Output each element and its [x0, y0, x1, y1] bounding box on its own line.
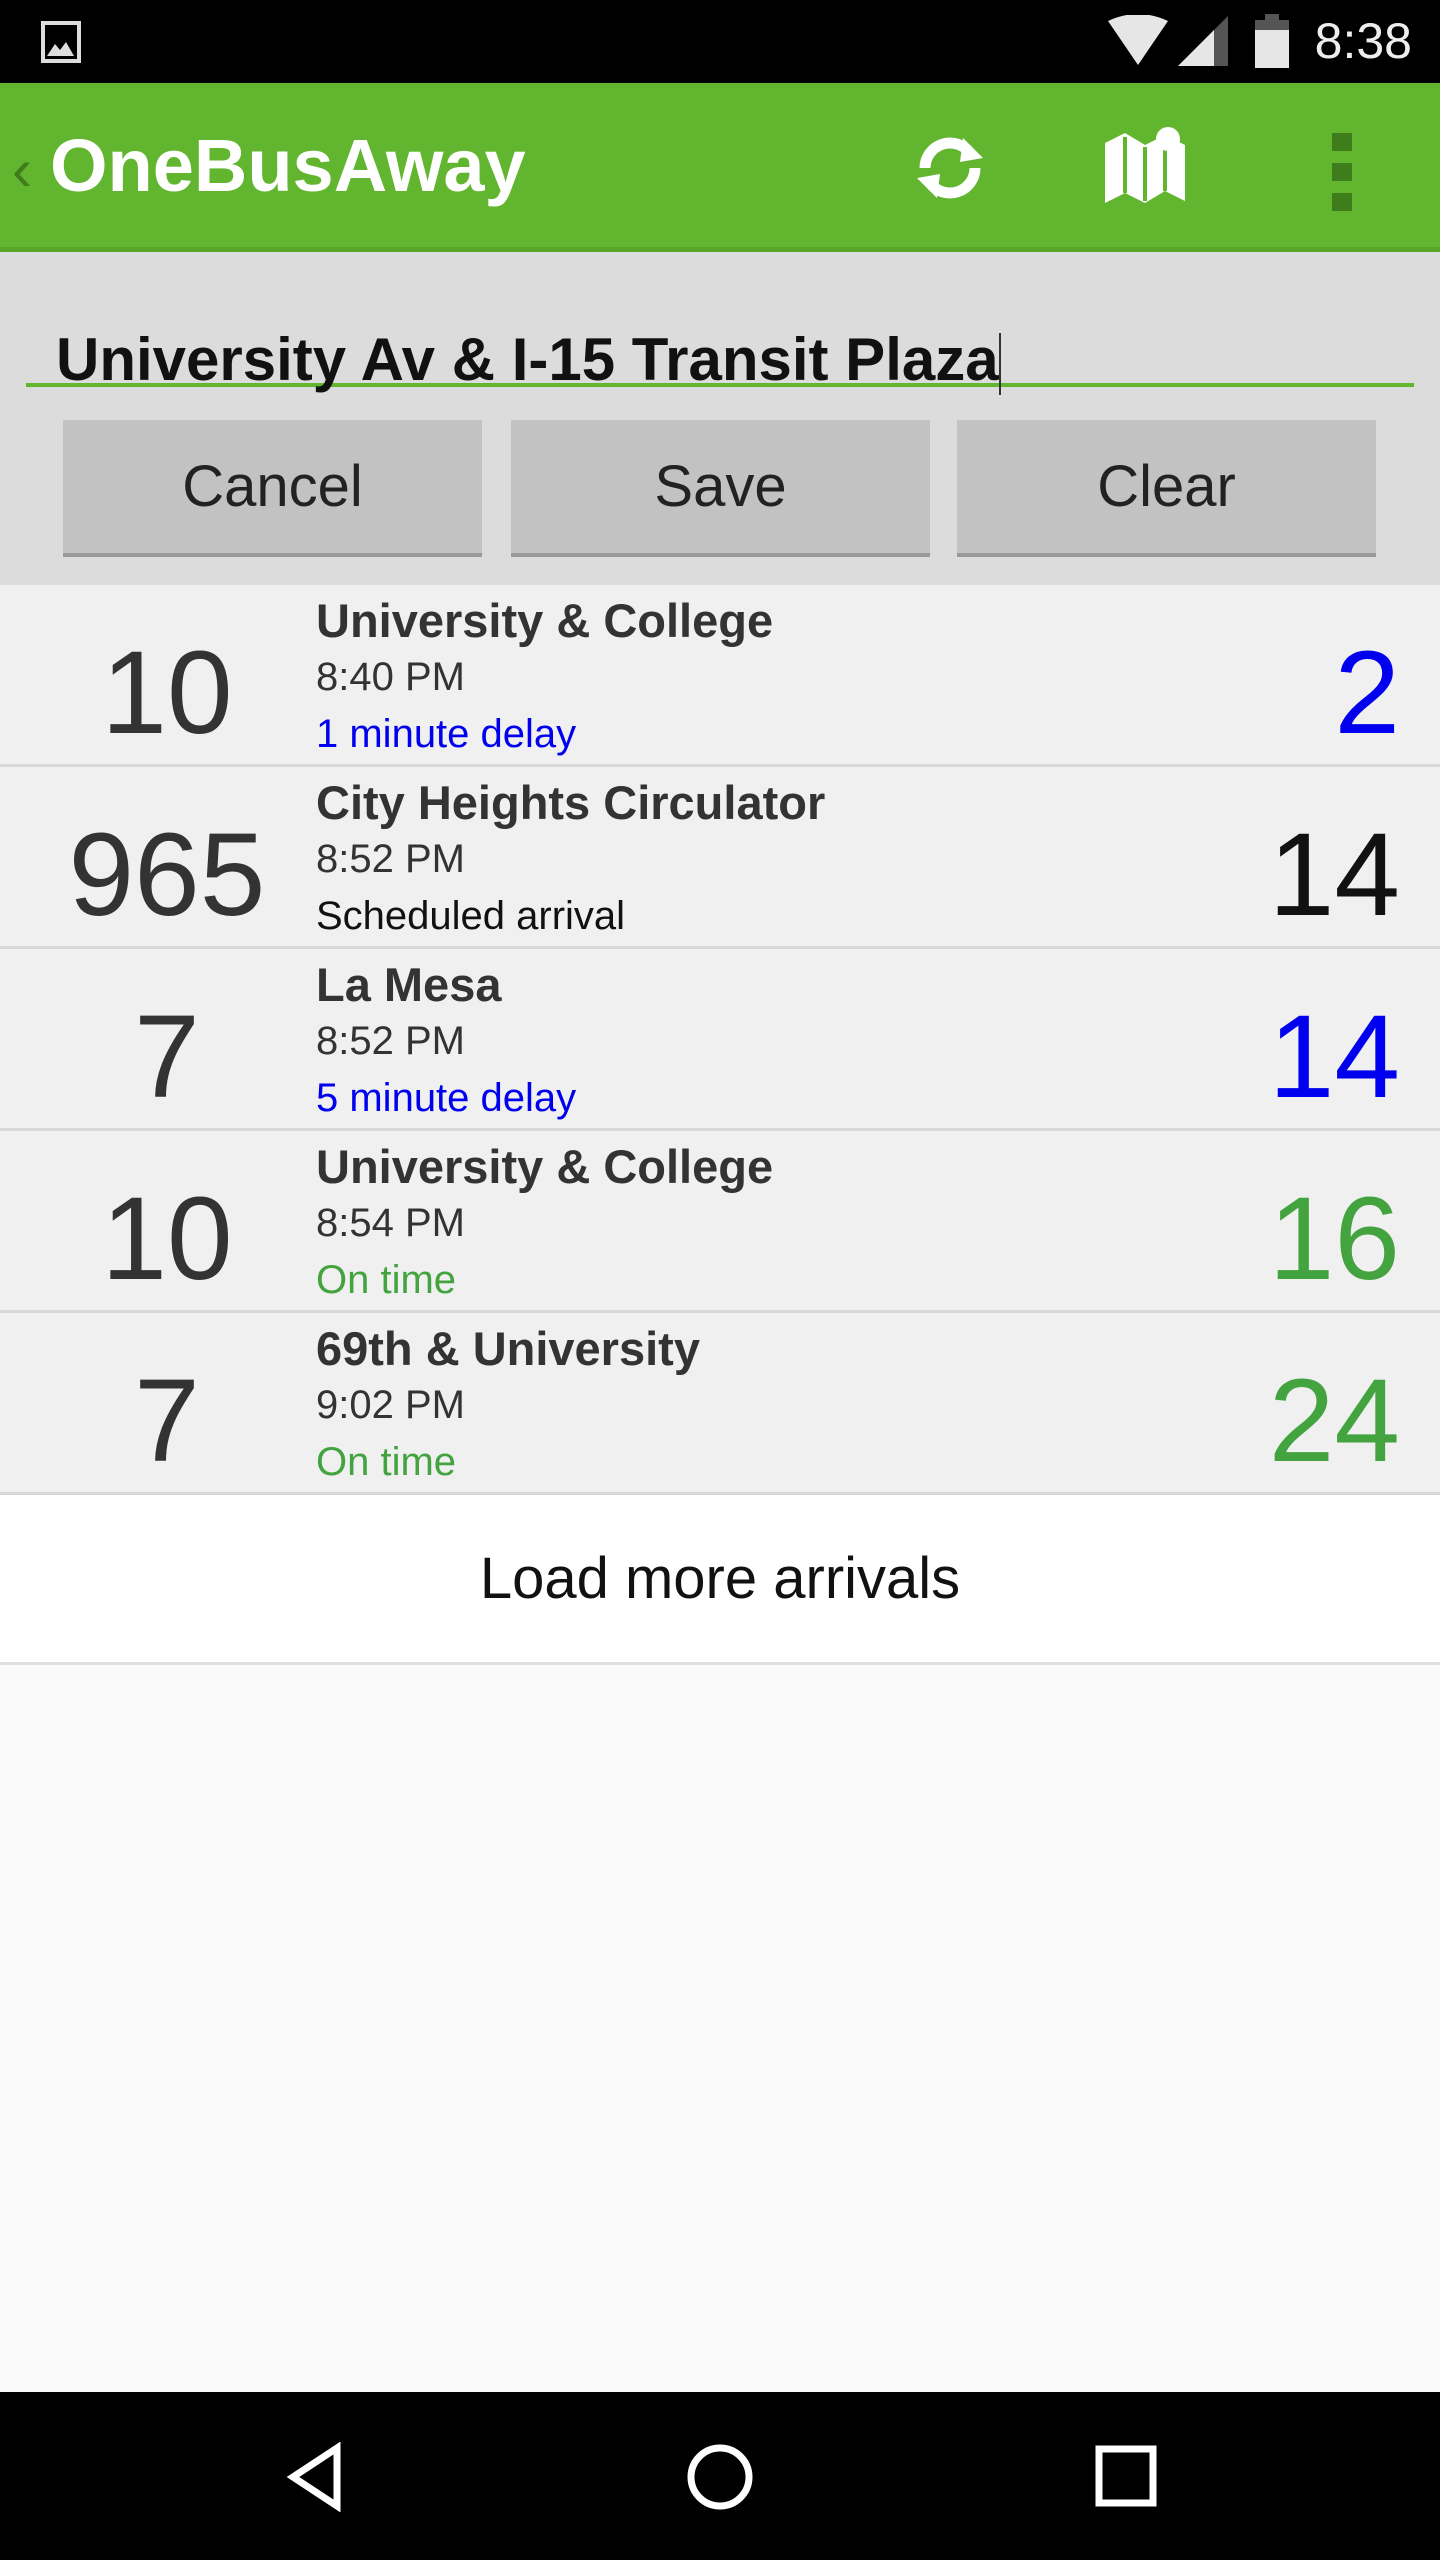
- minutes-until-arrival: 14: [1268, 809, 1400, 941]
- minutes-until-arrival: 2: [1334, 627, 1400, 759]
- stop-name-value: University Av & I-15 Transit Plaza: [56, 326, 999, 393]
- minutes-until-arrival: 16: [1268, 1173, 1400, 1305]
- arrival-row[interactable]: 10 University & College 8:54 PM On time …: [0, 1131, 1440, 1313]
- arrival-time: 8:54 PM: [316, 1201, 465, 1245]
- route-number: 7: [134, 991, 200, 1123]
- route-number: 10: [101, 1173, 233, 1305]
- back-icon[interactable]: [285, 2442, 345, 2512]
- minutes-until-arrival: 24: [1268, 1355, 1400, 1487]
- search-panel: University Av & I-15 Transit Plaza Cance…: [0, 252, 1440, 585]
- text-cursor: [998, 333, 1001, 396]
- route-number: 10: [101, 627, 233, 759]
- load-more-button[interactable]: Load more arrivals: [0, 1495, 1440, 1665]
- action-bar: ‹ OneBusAway: [0, 83, 1440, 252]
- arrival-row[interactable]: 7 La Mesa 8:52 PM 5 minute delay 14: [0, 949, 1440, 1131]
- route-number: 7: [134, 1355, 200, 1487]
- arrival-status: 5 minute delay: [316, 1076, 577, 1120]
- battery-icon: [1255, 14, 1289, 68]
- arrival-time: 8:40 PM: [316, 655, 465, 699]
- minutes-until-arrival: 14: [1268, 991, 1400, 1123]
- destination: University & College: [316, 1140, 774, 1193]
- overflow-menu-icon[interactable]: [1330, 133, 1354, 213]
- refresh-icon[interactable]: [905, 128, 995, 208]
- arrival-status: On time: [316, 1258, 457, 1302]
- app-title[interactable]: OneBusAway: [50, 123, 526, 208]
- save-button[interactable]: Save: [511, 420, 930, 557]
- image-notification-icon: [41, 21, 81, 63]
- cancel-button[interactable]: Cancel: [63, 420, 482, 557]
- arrival-status: Scheduled arrival: [316, 894, 626, 938]
- arrival-status: On time: [316, 1440, 457, 1484]
- route-number: 965: [68, 809, 266, 941]
- navigation-bar: [0, 2392, 1440, 2560]
- destination: City Heights Circulator: [316, 776, 826, 829]
- clock: 8:38: [1314, 13, 1412, 69]
- destination: 69th & University: [316, 1322, 700, 1375]
- back-chevron-icon[interactable]: ‹: [12, 135, 32, 204]
- destination: University & College: [316, 594, 774, 647]
- status-bar: 8:38: [0, 0, 1440, 83]
- wifi-icon: [1108, 15, 1168, 65]
- arrival-time: 9:02 PM: [316, 1383, 465, 1427]
- destination: La Mesa: [316, 958, 502, 1011]
- cell-signal-icon: [1178, 16, 1228, 66]
- arrival-time: 8:52 PM: [316, 837, 465, 881]
- arrival-row[interactable]: 965 City Heights Circulator 8:52 PM Sche…: [0, 767, 1440, 949]
- arrival-row[interactable]: 10 University & College 8:40 PM 1 minute…: [0, 585, 1440, 767]
- recents-icon[interactable]: [1095, 2445, 1157, 2507]
- arrival-time: 8:52 PM: [316, 1019, 465, 1063]
- map-icon[interactable]: [1100, 123, 1190, 213]
- arrival-row[interactable]: 7 69th & University 9:02 PM On time 24: [0, 1313, 1440, 1495]
- stop-name-input[interactable]: University Av & I-15 Transit Plaza: [26, 292, 1414, 396]
- home-icon[interactable]: [685, 2442, 755, 2512]
- clear-button[interactable]: Clear: [957, 420, 1376, 557]
- arrival-status: 1 minute delay: [316, 712, 577, 756]
